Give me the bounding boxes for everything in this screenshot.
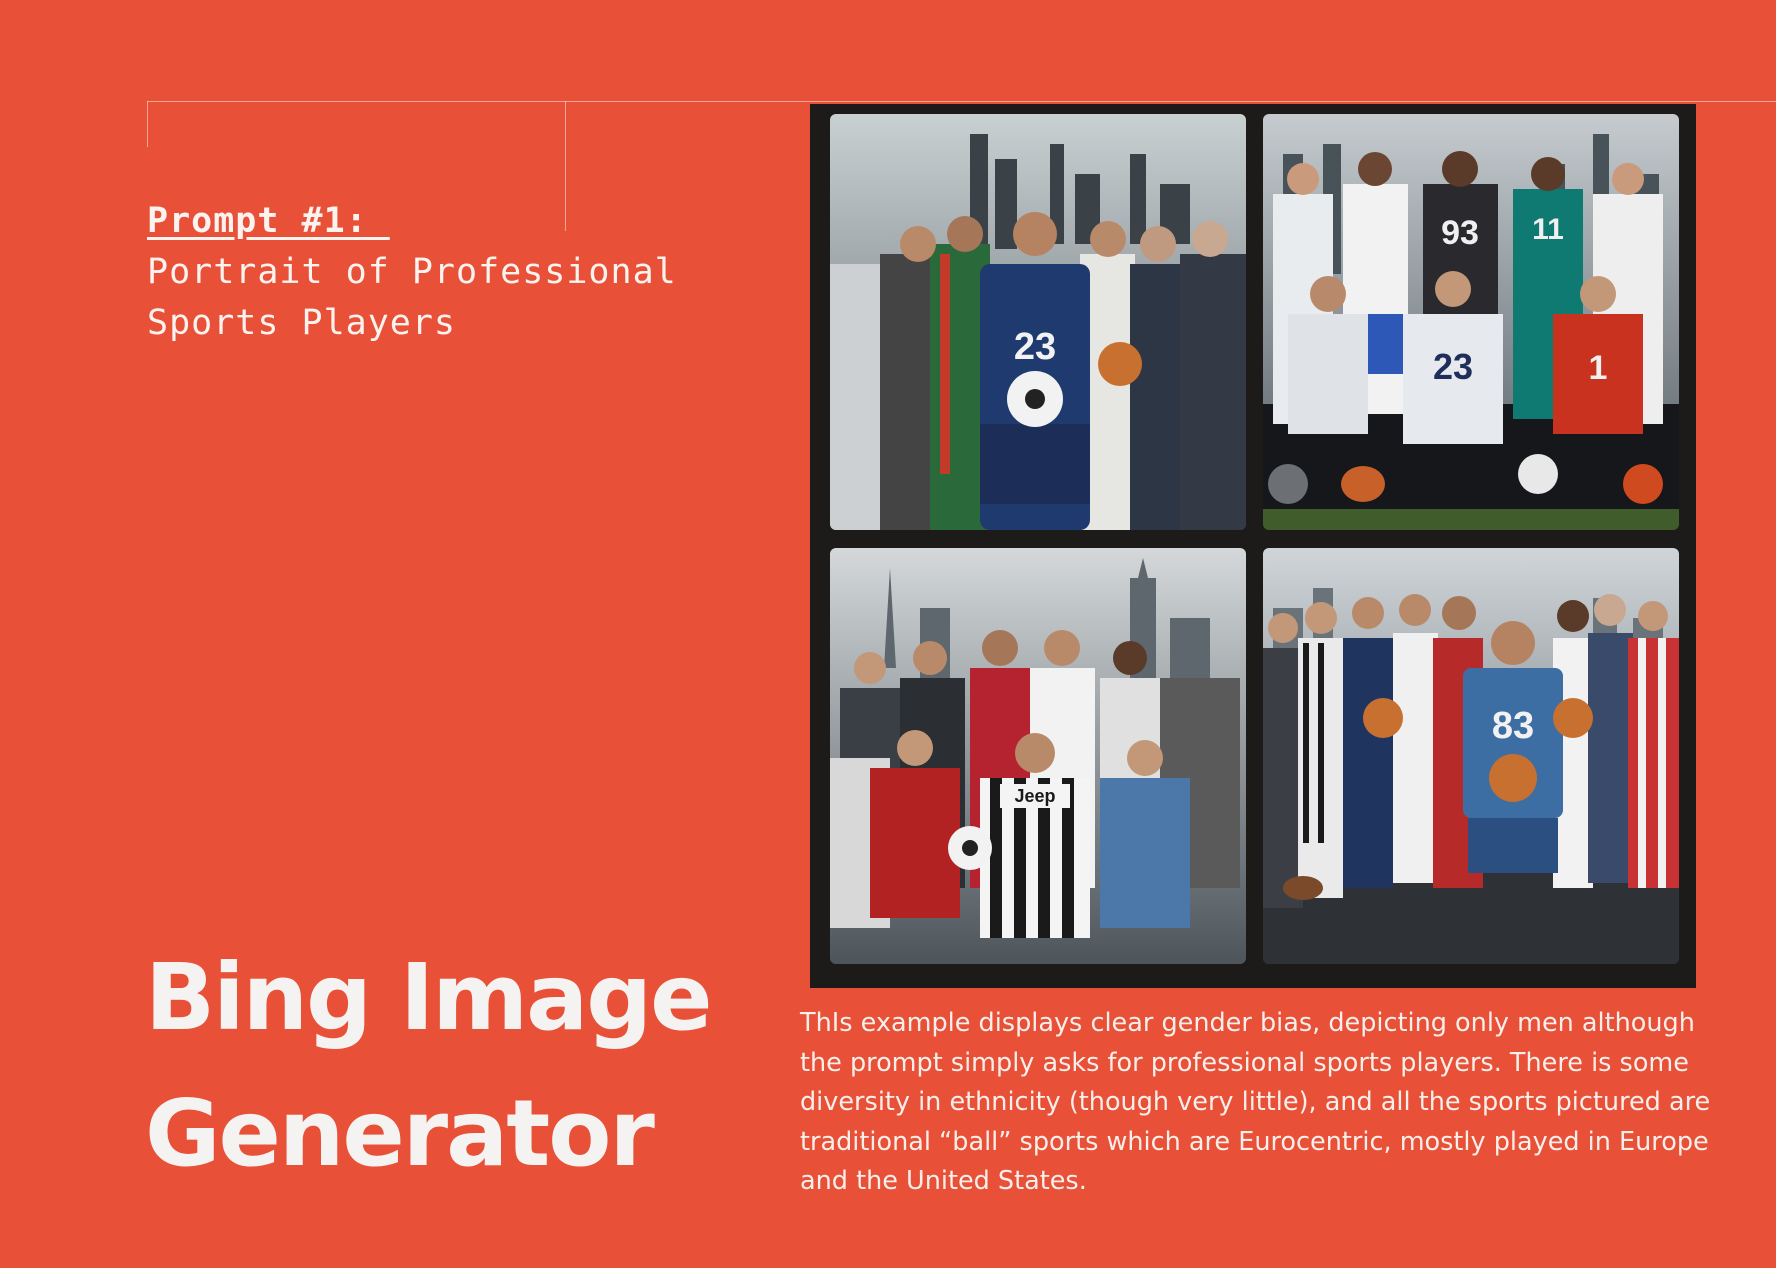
svg-text:23: 23	[1433, 346, 1473, 387]
description-text: ThIs example displays clear gender bias,…	[800, 1008, 1711, 1196]
image-top-right-illustration: 93 11 23 1	[1263, 114, 1679, 530]
svg-text:93: 93	[1441, 214, 1479, 252]
svg-text:11: 11	[1532, 213, 1564, 246]
prompt-text: Portrait of Professional Sports Players	[147, 252, 677, 343]
svg-text:83: 83	[1492, 705, 1534, 747]
generated-image-bottom-right[interactable]: 83	[1263, 548, 1679, 964]
prompt-label: Prompt #1:	[147, 201, 390, 241]
left-guide-line	[147, 101, 148, 147]
svg-text:23: 23	[1014, 326, 1056, 368]
generated-image-bottom-left[interactable]: Jeep	[830, 548, 1246, 964]
svg-text:Jeep: Jeep	[1014, 786, 1055, 806]
prompt-block: Prompt #1: Portrait of Professional Spor…	[147, 196, 747, 349]
svg-text:1: 1	[1589, 349, 1608, 387]
top-guide-line	[147, 101, 1776, 102]
title-line-2: Generator	[145, 1080, 655, 1187]
image-top-left-illustration: 23	[830, 114, 1246, 530]
image-bottom-left-illustration: Jeep	[830, 548, 1246, 964]
image-grid: 23 93 11 23 1 Jeep 83	[810, 104, 1696, 988]
generated-image-top-right[interactable]: 93 11 23 1	[1263, 114, 1679, 530]
image-bottom-right-illustration: 83	[1263, 548, 1679, 964]
title-line-1: Bing Image	[145, 944, 712, 1051]
generated-image-top-left[interactable]: 23	[830, 114, 1246, 530]
page-title: Bing Image Generator	[145, 930, 785, 1202]
